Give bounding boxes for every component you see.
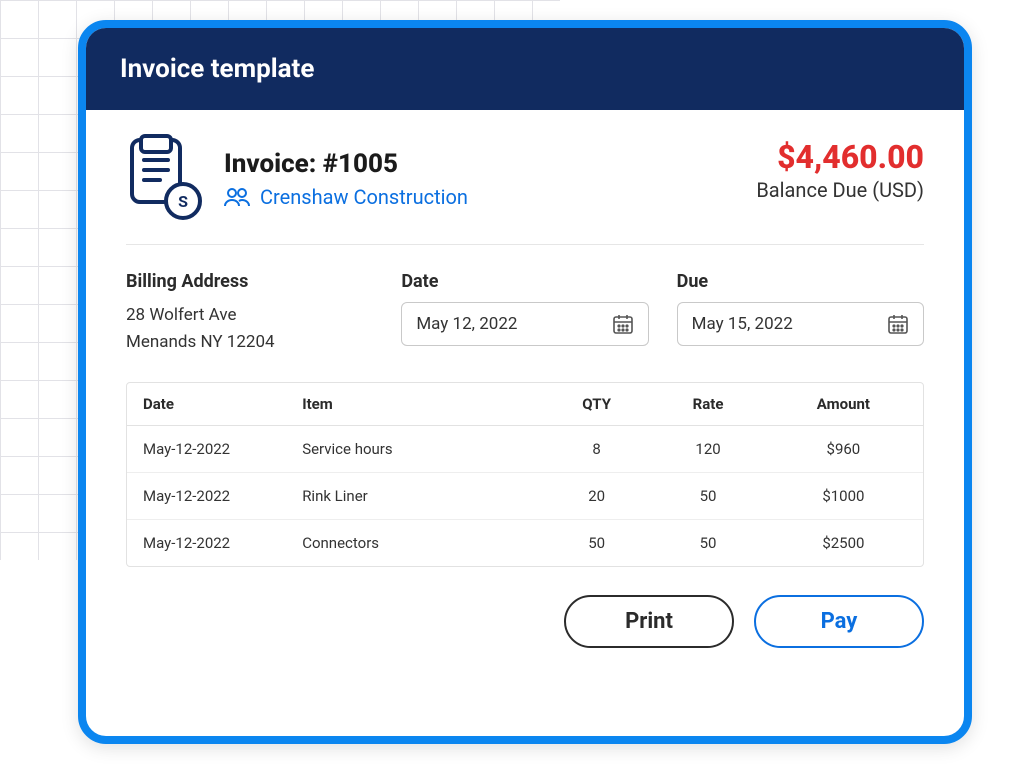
cell-amount: $960	[764, 426, 923, 473]
cell-date: May-12-2022	[127, 520, 286, 567]
table-row: May-12-2022Rink Liner2050$1000	[127, 473, 923, 520]
cell-amount: $2500	[764, 520, 923, 567]
date-label: Date	[401, 271, 648, 292]
col-item: Item	[286, 383, 541, 426]
billing-address-label: Billing Address	[126, 271, 373, 292]
invoice-summary-row: S Invoice: #1005 Crenshaw	[126, 138, 924, 245]
col-amount: Amount	[764, 383, 923, 426]
currency-coin-icon: S	[164, 182, 202, 220]
actions-row: Print Pay	[126, 595, 924, 648]
balance-amount: $4,460.00	[756, 138, 924, 176]
date-value: May 12, 2022	[416, 314, 517, 334]
table-header-row: Date Item QTY Rate Amount	[127, 383, 923, 426]
date-field[interactable]: May 12, 2022	[401, 302, 648, 346]
cell-rate: 50	[652, 473, 763, 520]
table-row: May-12-2022Service hours8120$960	[127, 426, 923, 473]
balance-label: Balance Due (USD)	[756, 178, 924, 202]
cell-item: Rink Liner	[286, 473, 541, 520]
card-body: S Invoice: #1005 Crenshaw	[86, 110, 964, 736]
cell-amount: $1000	[764, 473, 923, 520]
date-block: Date May 12, 2022	[401, 271, 648, 356]
due-block: Due May 15, 2022	[677, 271, 924, 356]
balance-block: $4,460.00 Balance Due (USD)	[756, 138, 924, 202]
customer-name: Crenshaw Construction	[260, 185, 468, 209]
pay-button[interactable]: Pay	[754, 595, 924, 648]
cell-qty: 8	[541, 426, 652, 473]
cell-qty: 20	[541, 473, 652, 520]
due-field[interactable]: May 15, 2022	[677, 302, 924, 346]
customer-link[interactable]: Crenshaw Construction	[224, 185, 468, 209]
invoice-identity: S Invoice: #1005 Crenshaw	[126, 138, 468, 220]
card-header: Invoice template	[86, 28, 964, 110]
card-title: Invoice template	[120, 54, 314, 84]
line-items-table: Date Item QTY Rate Amount May-12-2022Ser…	[126, 382, 924, 567]
cell-date: May-12-2022	[127, 473, 286, 520]
due-value: May 15, 2022	[692, 314, 793, 334]
calendar-icon	[887, 313, 909, 335]
info-row: Billing Address 28 Wolfert Ave Menands N…	[126, 245, 924, 356]
col-date: Date	[127, 383, 286, 426]
clipboard-dollar-icon: S	[126, 138, 202, 220]
billing-address-block: Billing Address 28 Wolfert Ave Menands N…	[126, 271, 373, 356]
calendar-icon	[612, 313, 634, 335]
cell-date: May-12-2022	[127, 426, 286, 473]
due-label: Due	[677, 271, 924, 292]
cell-qty: 50	[541, 520, 652, 567]
billing-line-1: 28 Wolfert Ave	[126, 302, 373, 329]
billing-line-2: Menands NY 12204	[126, 329, 373, 356]
cell-item: Service hours	[286, 426, 541, 473]
people-icon	[224, 187, 250, 207]
cell-item: Connectors	[286, 520, 541, 567]
col-qty: QTY	[541, 383, 652, 426]
print-button[interactable]: Print	[564, 595, 734, 648]
invoice-number: Invoice: #1005	[224, 149, 468, 179]
cell-rate: 120	[652, 426, 763, 473]
col-rate: Rate	[652, 383, 763, 426]
invoice-card: Invoice template S Invoice: #1005	[78, 20, 972, 744]
cell-rate: 50	[652, 520, 763, 567]
table-row: May-12-2022Connectors5050$2500	[127, 520, 923, 567]
